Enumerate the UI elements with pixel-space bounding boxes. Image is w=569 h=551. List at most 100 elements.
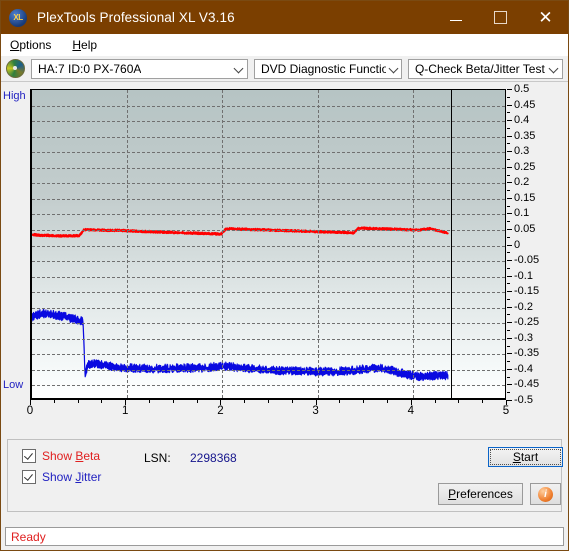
- y-axis-minor-tick: [507, 158, 510, 160]
- function-select-value: DVD Diagnostic Functions: [260, 61, 386, 76]
- x-axis-tick-mark: [244, 400, 246, 403]
- y-axis-minor-tick: [507, 345, 510, 347]
- show-beta-checkbox-row[interactable]: Show Beta: [22, 449, 100, 463]
- y-axis-tick-label: -0.25: [514, 316, 540, 329]
- y-axis-tick-mark: [507, 197, 512, 199]
- y-axis-tick-mark: [507, 291, 512, 293]
- y-axis-tick-mark: [507, 135, 512, 137]
- info-icon: i: [538, 486, 553, 502]
- y-axis-tick-label: -0.3: [514, 331, 533, 344]
- y-axis-tick-label: 0.35: [514, 129, 536, 142]
- y-axis-minor-tick: [507, 112, 510, 114]
- app-logo-icon: XL: [9, 8, 27, 27]
- y-axis-tick-mark: [507, 275, 512, 277]
- y-axis-tick-label: 0.2: [514, 176, 530, 189]
- y-axis-minor-tick: [507, 361, 510, 363]
- y-axis-minor-tick: [507, 174, 510, 176]
- y-axis-tick-label: -0.1: [514, 269, 533, 282]
- y-axis-minor-tick: [507, 314, 510, 316]
- x-axis-tick-label: 3: [312, 405, 319, 417]
- y-axis-tick-mark: [507, 244, 512, 246]
- close-button[interactable]: ✕: [523, 1, 568, 34]
- y-axis-minor-tick: [507, 236, 510, 238]
- x-axis-tick-mark: [363, 400, 365, 403]
- test-select[interactable]: Q-Check Beta/Jitter Test: [407, 58, 563, 79]
- y-axis-tick-mark: [507, 213, 512, 215]
- axis-label-low: Low: [3, 379, 24, 391]
- x-axis-tick-mark: [434, 400, 436, 403]
- y-axis-tick-label: 0.4: [514, 114, 530, 127]
- x-axis-tick-mark: [77, 400, 79, 403]
- y-axis-minor-tick: [507, 376, 510, 378]
- preferences-button-label: Preferences: [448, 487, 513, 501]
- y-axis-tick-mark: [507, 400, 512, 401]
- window-title: PlexTools Professional XL V3.16: [37, 10, 235, 25]
- show-jitter-checkbox[interactable]: [22, 470, 36, 484]
- trace-lines: [32, 226, 449, 382]
- y-axis-tick-mark: [507, 151, 512, 153]
- y-axis-minor-tick: [507, 221, 510, 223]
- x-axis-tick-mark: [53, 400, 55, 403]
- menu-item-help[interactable]: HelpHelp: [70, 36, 106, 54]
- info-button[interactable]: i: [530, 483, 561, 505]
- start-button[interactable]: Start: [488, 447, 563, 467]
- y-axis-tick-label: 0: [514, 238, 521, 251]
- show-jitter-checkbox-row[interactable]: Show Jitter: [22, 470, 101, 484]
- x-axis-tick-mark: [387, 400, 388, 403]
- preferences-button[interactable]: Preferences: [438, 483, 523, 505]
- y-axis-minor-tick: [507, 96, 510, 98]
- y-axis-minor-tick: [507, 330, 510, 332]
- jitter-trace: [32, 308, 449, 382]
- x-axis-tick-label: 1: [121, 405, 129, 417]
- y-axis-minor-tick: [507, 205, 510, 207]
- y-axis-tick-label: -0.15: [514, 285, 540, 298]
- y-axis-tick-mark: [507, 89, 512, 90]
- drive-select-value: HA:7 ID:0 PX-760A: [38, 61, 142, 76]
- y-axis-tick-mark: [507, 182, 512, 184]
- x-axis-tick-mark: [172, 400, 174, 403]
- minimize-button[interactable]: [433, 1, 478, 34]
- x-axis-tick-mark: [149, 400, 150, 403]
- x-axis-tick-label: 4: [407, 405, 414, 417]
- x-axis-tick-mark: [268, 400, 269, 403]
- function-select[interactable]: DVD Diagnostic Functions: [253, 58, 402, 79]
- toolbar: HA:7 ID:0 PX-760A DVD Diagnostic Functio…: [1, 56, 568, 82]
- x-axis-tick-mark: [220, 400, 222, 405]
- start-button-label: Start: [512, 450, 539, 464]
- y-axis-tick-mark: [507, 104, 512, 106]
- x-axis-tick-label: 5: [502, 405, 510, 417]
- y-axis-tick-label: -0.4: [514, 362, 533, 375]
- y-axis-tick-mark: [507, 306, 512, 308]
- y-axis-tick-label: 0.15: [514, 191, 536, 204]
- status-bar: Ready: [5, 527, 564, 546]
- y-axis-tick-mark: [507, 353, 512, 355]
- menu-bar: OOptionsptions HelpHelp: [1, 34, 568, 56]
- x-axis-tick-mark: [101, 400, 103, 403]
- y-axis-minor-tick: [507, 283, 510, 285]
- y-axis-tick-mark: [507, 120, 512, 122]
- menu-item-options[interactable]: OOptionsptions: [8, 36, 60, 54]
- y-axis-minor-tick: [507, 252, 510, 254]
- lsn-value: 2298368: [190, 451, 237, 465]
- show-beta-checkbox[interactable]: [22, 449, 36, 463]
- x-axis-tick-mark: [315, 400, 317, 405]
- window-controls: ✕: [433, 1, 568, 34]
- x-axis-tick-label: 2: [217, 405, 224, 417]
- y-axis-tick-mark: [507, 260, 512, 262]
- y-axis-tick-label: 0.05: [514, 222, 536, 235]
- maximize-button[interactable]: [478, 1, 523, 34]
- y-axis-minor-tick: [507, 298, 510, 300]
- disc-icon: [6, 59, 25, 78]
- y-axis-tick-mark: [507, 166, 512, 168]
- show-jitter-label: Show Jitter: [42, 470, 102, 484]
- drive-select[interactable]: HA:7 ID:0 PX-760A: [31, 58, 248, 79]
- y-axis-tick-mark: [507, 322, 512, 324]
- y-axis-minor-tick: [507, 267, 510, 269]
- y-axis-tick-mark: [507, 337, 512, 339]
- x-axis-tick-mark: [482, 400, 484, 403]
- x-axis-tick-mark: [125, 400, 127, 405]
- y-axis-tick-label: 0.1: [514, 207, 530, 220]
- y-axis-tick-mark: [507, 384, 512, 386]
- y-axis-tick-label: 0.3: [514, 145, 530, 158]
- show-beta-label: Show Beta: [42, 449, 101, 463]
